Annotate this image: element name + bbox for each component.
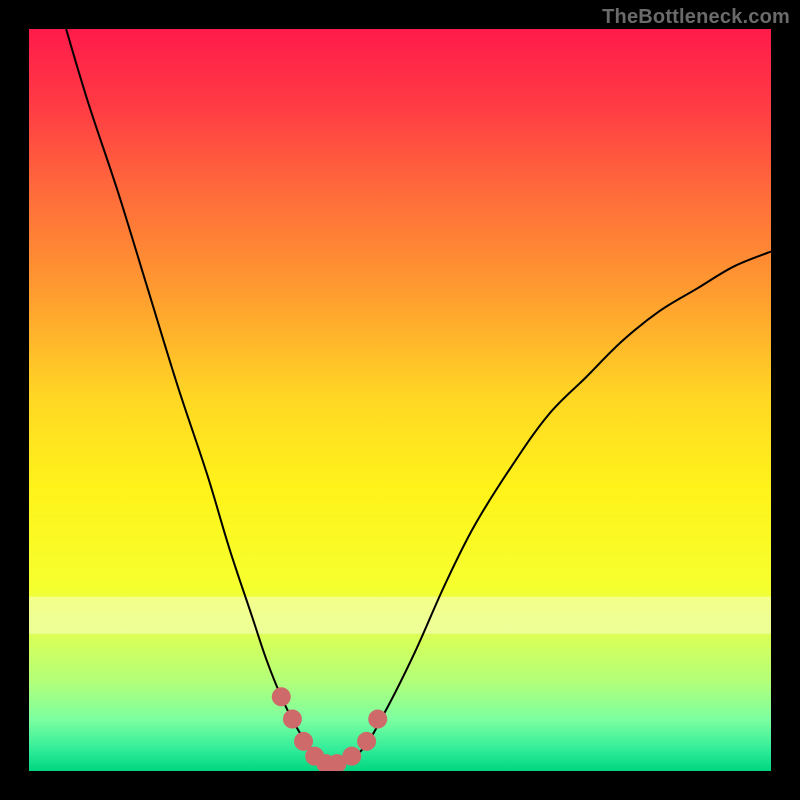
curve-marker [272, 688, 290, 706]
curve-marker [295, 732, 313, 750]
curve-marker [283, 710, 301, 728]
curve-marker [343, 747, 361, 765]
plot-area [29, 29, 771, 771]
watermark-label: TheBottleneck.com [602, 6, 790, 29]
bottleneck-chart [29, 29, 771, 771]
gradient-background [29, 29, 771, 771]
curve-marker [369, 710, 387, 728]
chart-container: TheBottleneck.com [0, 0, 800, 800]
highlight-band [29, 597, 771, 634]
curve-marker [358, 732, 376, 750]
